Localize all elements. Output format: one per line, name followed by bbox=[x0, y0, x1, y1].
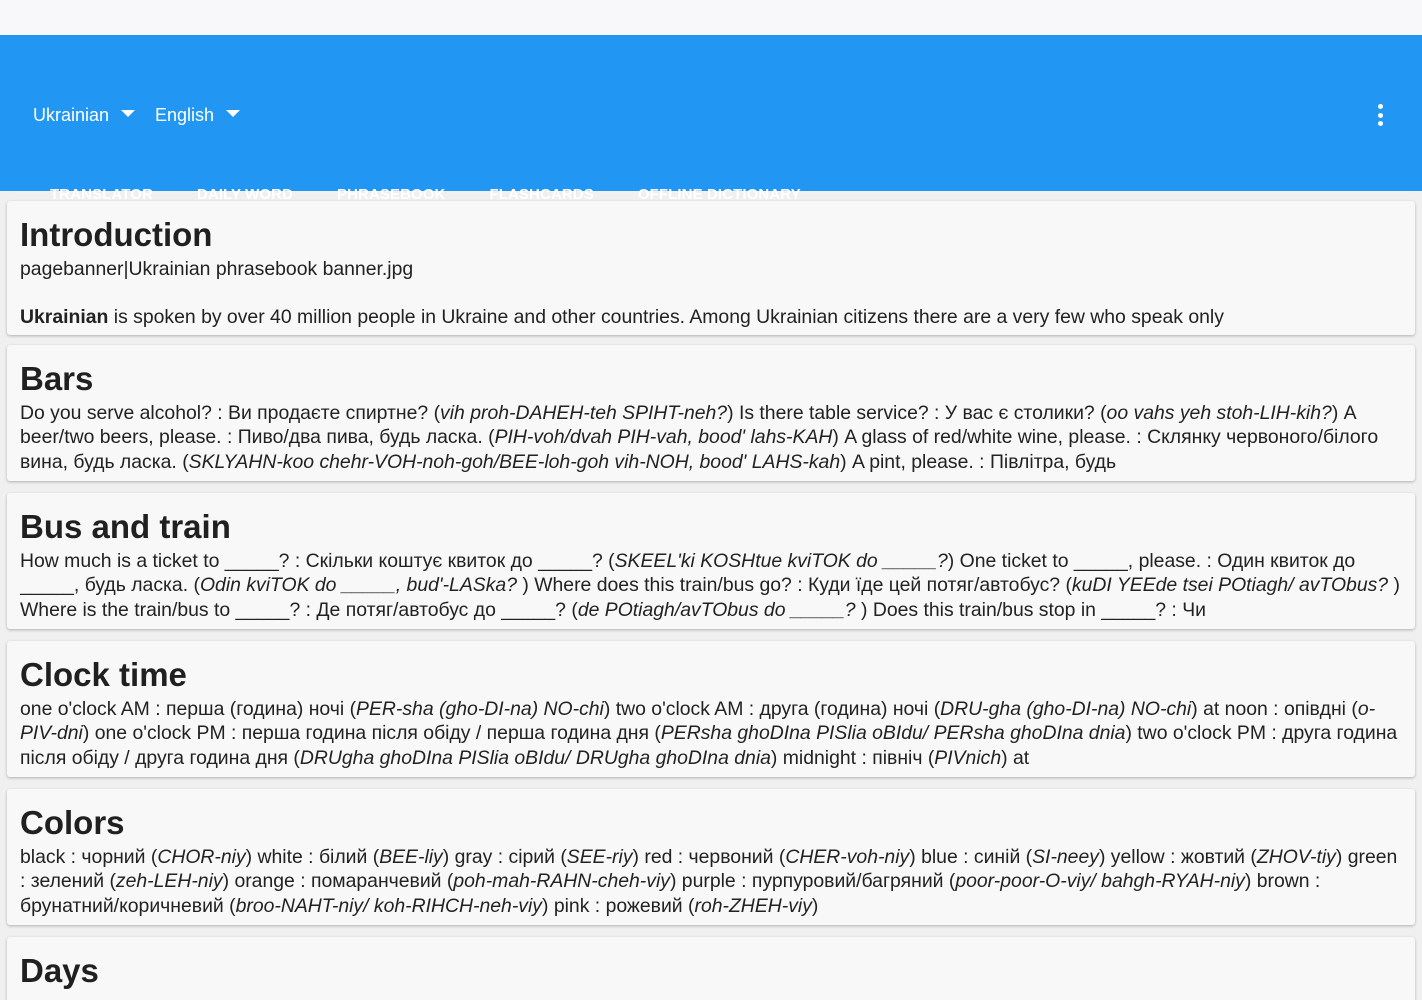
phrase-text: ) A pint, please. : Півлітра, будь bbox=[840, 450, 1117, 473]
menu-dot bbox=[1377, 104, 1383, 109]
intro-paragraph: Ukrainian is spoken by over 40 million p… bbox=[20, 305, 1401, 329]
banner-text: pagebanner|Ukrainian phrasebook banner.j… bbox=[20, 258, 414, 280]
source-language-dropdown[interactable]: Ukrainian bbox=[33, 103, 136, 127]
source-language-label: Ukrainian bbox=[33, 104, 110, 125]
phrasebook-list[interactable]: Introduction pagebanner|Ukrainian phrase… bbox=[0, 191, 1422, 1000]
section-title: Clock time bbox=[20, 656, 187, 693]
section-card-colors[interactable]: Colors black : чорний (CHOR-niy) white :… bbox=[7, 789, 1415, 925]
app-bar: Ukrainian English TRANSLATOR DAILY WORD … bbox=[0, 35, 1422, 226]
pronunciation-text: PERsha ghoDIna PISlia oBIdu/ PERsha ghoD… bbox=[660, 722, 1126, 745]
pronunciation-text: SEE-riy bbox=[566, 846, 633, 868]
phrase-text: ) at bbox=[1001, 746, 1030, 769]
phrase-text: ) midnight : північ ( bbox=[770, 746, 935, 769]
intro-text: is spoken by over 40 million people in U… bbox=[108, 306, 1224, 329]
pronunciation-text: poor-poor-O-viy/ bahgh-RYAH-niy bbox=[955, 870, 1245, 893]
phrase-text: ) yellow : жовтий ( bbox=[1098, 846, 1257, 868]
language-name: Ukrainian bbox=[20, 306, 109, 329]
pronunciation-text: vih proh-DAHEH-teh SPIHT-neh? bbox=[440, 402, 728, 424]
pronunciation-text: SKLYAHN-koo chehr-VOH-noh-goh/BEE-loh-go… bbox=[188, 450, 841, 473]
pronunciation-text: PIVnich bbox=[934, 746, 1002, 769]
pronunciation-text: CHER-voh-niy bbox=[785, 846, 910, 868]
section-card-bus-and-train[interactable]: Bus and train How much is a ticket to __… bbox=[7, 493, 1415, 629]
pronunciation-text: poh-mah-RAHN-cheh-viy bbox=[453, 870, 670, 893]
pronunciation-text: Odin kviTOK do _____, bud'-LASka? bbox=[199, 574, 523, 597]
phrase-text: ) gray : сірий ( bbox=[442, 846, 567, 868]
phrase-text: one o'clock AM : перша (година) ночі ( bbox=[20, 698, 357, 720]
menu-dot bbox=[1377, 121, 1383, 126]
pronunciation-text: PER-sha (gho-DI-na) NO-chi bbox=[356, 698, 604, 720]
phrase-text: ) blue : синій ( bbox=[909, 846, 1033, 868]
section-text: Do you serve alcohol? : Ви продаєте спир… bbox=[20, 401, 1401, 474]
pronunciation-text: roh-ZHEH-viy bbox=[694, 894, 812, 917]
pronunciation-text: BEE-liy bbox=[379, 846, 443, 868]
menu-dot bbox=[1377, 112, 1383, 118]
phrase-text: ) at noon : опівдні ( bbox=[1191, 698, 1358, 720]
section-card-introduction[interactable]: Introduction pagebanner|Ukrainian phrase… bbox=[7, 201, 1415, 335]
section-card-bars[interactable]: Bars Do you serve alcohol? : Ви продаєте… bbox=[7, 345, 1415, 481]
phrase-text: ) orange : помаранчевий ( bbox=[222, 870, 454, 893]
section-title: Introduction bbox=[20, 216, 213, 253]
section-title: Bus and train bbox=[20, 508, 231, 545]
section-text: one o'clock AM : перша (година) ночі (PE… bbox=[20, 697, 1401, 770]
phrase-text: black : чорний ( bbox=[20, 846, 158, 868]
phrase-text: ) bbox=[811, 894, 819, 917]
phrase-text: ) Where does this train/bus go? : Куди ї… bbox=[522, 574, 1072, 597]
chevron-down-icon bbox=[226, 109, 241, 117]
section-card-days[interactable]: Days bbox=[7, 937, 1415, 1000]
section-card-clock-time[interactable]: Clock time one o'clock AM : перша (годин… bbox=[7, 641, 1415, 777]
phrase-text: ) Does this train/bus stop in _____? : Ч… bbox=[860, 598, 1206, 621]
pronunciation-text: PIH-voh/dvah PIH-vah, bood' lahs-KAH bbox=[494, 426, 833, 449]
chevron-down-icon bbox=[121, 109, 136, 117]
phrase-text: Do you serve alcohol? : Ви продаєте спир… bbox=[20, 402, 441, 424]
target-language-label: English bbox=[155, 104, 215, 125]
phrase-text: ) one o'clock PM : перша година після об… bbox=[82, 722, 661, 745]
pronunciation-text: SKEEL'ki KOSHtue kviTOK do _____? bbox=[614, 550, 948, 572]
section-text: black : чорний (CHOR-niy) white : білий … bbox=[20, 845, 1401, 918]
section-title: Days bbox=[20, 952, 99, 989]
system-status-bar bbox=[0, 0, 1422, 35]
pronunciation-text: oo vahs yeh stoh-LIH-kih? bbox=[1106, 402, 1332, 424]
pronunciation-text: zeh-LEH-niy bbox=[115, 870, 223, 893]
pronunciation-text: ZHOV-tiy bbox=[1256, 846, 1336, 868]
phrase-text: ) two o'clock AM : друга (година) ночі ( bbox=[603, 698, 941, 720]
pronunciation-text: SI-neey bbox=[1032, 846, 1099, 868]
phrase-text: ) Is there table service? : У вас є стол… bbox=[727, 402, 1107, 424]
pronunciation-text: broo-NAHT-niy/ koh-RIHCH-neh-viy bbox=[235, 894, 542, 917]
pronunciation-text: DRU-gha (gho-DI-na) NO-chi bbox=[940, 698, 1192, 720]
target-language-dropdown[interactable]: English bbox=[155, 103, 241, 127]
pronunciation-text: de POtiagh/avTObus do _____? bbox=[577, 598, 861, 621]
pronunciation-text: CHOR-niy bbox=[157, 846, 246, 868]
phrase-text: ) white : білий ( bbox=[245, 846, 380, 868]
phrase-text: ) red : червоний ( bbox=[632, 846, 786, 868]
section-text: pagebanner|Ukrainian phrasebook banner.j… bbox=[20, 257, 1401, 330]
more-vert-icon[interactable] bbox=[1368, 101, 1392, 129]
section-text: How much is a ticket to _____? : Скільки… bbox=[20, 549, 1401, 622]
section-title: Colors bbox=[20, 804, 125, 841]
pronunciation-text: kuDI YEEde tsei POtiagh/ avTObus? bbox=[1071, 574, 1394, 597]
pronunciation-text: DRUgha ghoDIna PISlia oBIdu/ DRUgha ghoD… bbox=[299, 746, 771, 769]
phrase-text: How much is a ticket to _____? : Скільки… bbox=[20, 550, 615, 572]
section-title: Bars bbox=[20, 360, 94, 397]
phrase-text: ) purple : пурпуровий/багряний ( bbox=[669, 870, 956, 893]
phrase-text: ) pink : рожевий ( bbox=[541, 894, 695, 917]
